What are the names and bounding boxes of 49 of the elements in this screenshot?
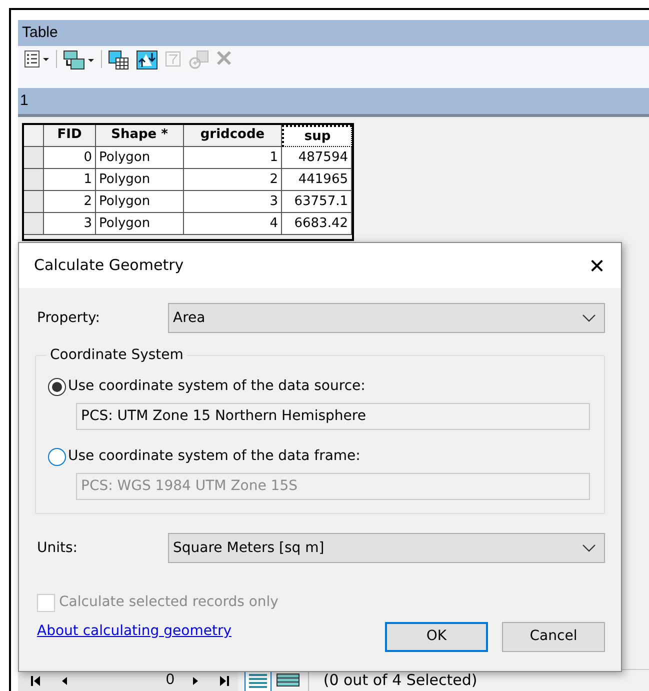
table-cell: 1 <box>184 147 282 169</box>
chevron-down-icon <box>582 544 596 552</box>
field-label: Property: <box>36 308 101 328</box>
table-cell: 4 <box>184 213 282 235</box>
table-tab[interactable]: 1 <box>20 90 28 112</box>
table-cell: 1 <box>44 169 96 191</box>
table-cell: Polygon <box>96 191 184 213</box>
selection-count: (0 out of 4 Selected) <box>323 670 478 691</box>
table-cell: 3 <box>44 213 96 235</box>
property-dropdown[interactable]: Area <box>168 303 605 333</box>
table-options-icon[interactable] <box>24 50 50 68</box>
row-header[interactable] <box>24 169 44 191</box>
close-button[interactable]: ✕ <box>585 256 609 276</box>
radio-label[interactable]: Use coordinate system of the data frame: <box>68 446 360 467</box>
column-header[interactable]: sup <box>282 125 352 147</box>
table-cell: 0 <box>44 147 96 169</box>
related-tables-icon[interactable] <box>63 50 95 70</box>
table-cell: Polygon <box>96 147 184 169</box>
coordinate-system-field: PCS: WGS 1984 UTM Zone 15S <box>76 473 590 500</box>
window-title: Table <box>22 22 58 43</box>
table-cell: 6683.42 <box>282 213 352 235</box>
record-number[interactable]: 0 <box>166 669 174 691</box>
table-cell: 2 <box>184 169 282 191</box>
coordinate-system-field: PCS: UTM Zone 15 Northern Hemisphere <box>76 403 590 430</box>
radio-button[interactable] <box>48 448 66 466</box>
table-cell: 441965 <box>282 169 352 191</box>
table-cell: Polygon <box>96 213 184 235</box>
table-cell: 63757.1 <box>282 191 352 213</box>
table-cell: Polygon <box>96 169 184 191</box>
radio-label[interactable]: Use coordinate system of the data source: <box>68 376 366 397</box>
row-header[interactable] <box>24 213 44 235</box>
group-box-title: Coordinate System <box>49 346 184 365</box>
dialog-button[interactable]: OK <box>385 622 488 652</box>
switch-selection-icon[interactable] <box>136 50 158 70</box>
row-header[interactable] <box>24 191 44 213</box>
chevron-down-icon <box>582 314 596 322</box>
show-selected-records-icon[interactable] <box>276 672 300 688</box>
field-label: Units: <box>36 538 79 558</box>
select-by-attributes-icon[interactable] <box>108 50 130 70</box>
units-dropdown[interactable]: Square Meters [sq m] <box>168 533 605 563</box>
dialog-title: Calculate Geometry <box>34 255 184 276</box>
dialog-button[interactable]: Cancel <box>502 622 605 652</box>
radio-button[interactable] <box>48 378 66 396</box>
show-all-records-icon[interactable] <box>244 670 272 691</box>
table-cell: 2 <box>44 191 96 213</box>
table-cell: 3 <box>184 191 282 213</box>
row-header[interactable] <box>24 147 44 169</box>
help-link[interactable]: About calculating geometry <box>37 621 232 642</box>
table-cell: 487594 <box>282 147 352 169</box>
